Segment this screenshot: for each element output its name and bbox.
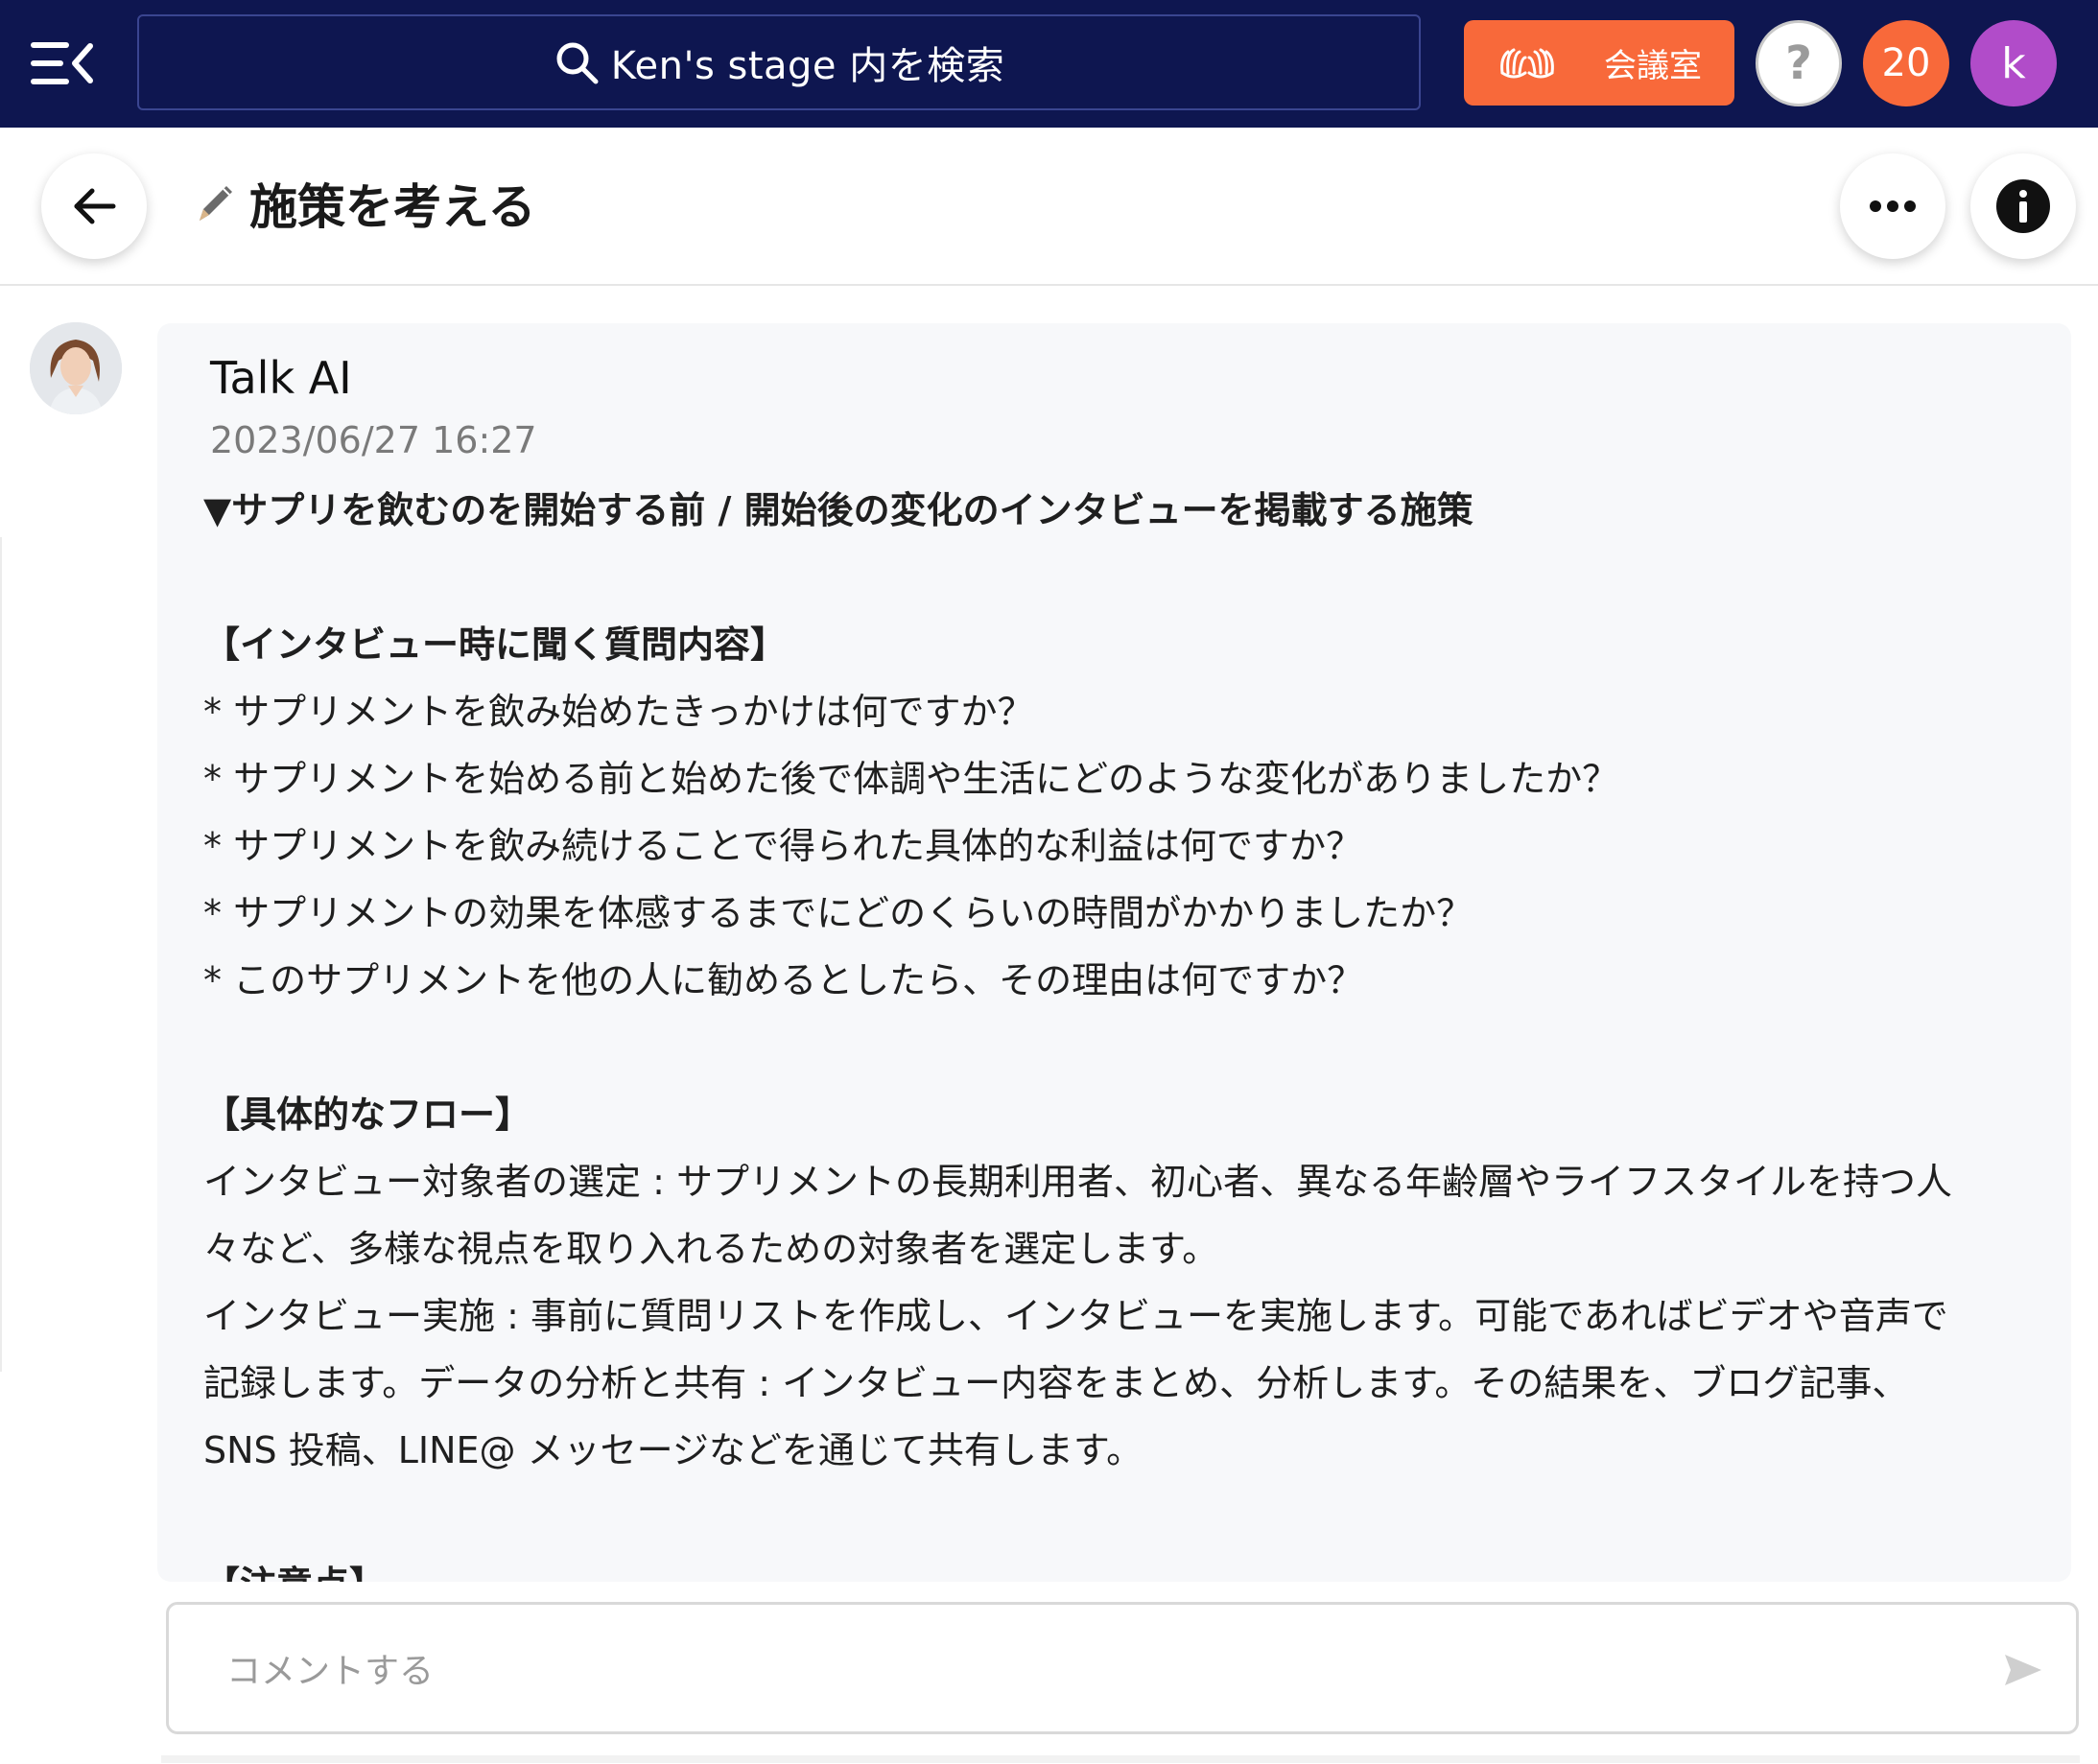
comment-box	[166, 1602, 2079, 1734]
user-initial: k	[2001, 38, 2026, 88]
info-icon	[1996, 179, 2050, 233]
message-heading: ▼サプリを飲むのを開始する前 / 開始後の変化のインタビューを掲載する施策	[203, 489, 1473, 531]
pencil-icon	[200, 186, 232, 221]
top-bar: Ken's stage 内を検索 会議室 ? 20 k	[0, 0, 2098, 128]
hands-icon	[1500, 48, 1554, 78]
message-line: * サプリメントを始める前と始めた後で体調や生活にどのような変化がありましたか？	[203, 758, 1619, 800]
send-icon[interactable]	[1999, 1647, 2045, 1693]
divider	[161, 1755, 2080, 1763]
message-timestamp: 2023/06/27 16:27	[210, 419, 537, 461]
user-avatar[interactable]: k	[1970, 20, 2057, 106]
message-line: インタビュー対象者の選定 : サプリメントの長期利用者、初心者、異なる年齢層やラ…	[203, 1161, 1952, 1203]
notification-badge[interactable]: 20	[1863, 20, 1949, 106]
ellipsis-icon	[1870, 200, 1916, 212]
message-line: * サプリメントを飲み始めたきっかけは何ですか？	[203, 691, 1034, 733]
message-heading: 【インタビュー時に聞く質問内容】	[203, 623, 788, 666]
message-line: インタビュー実施 : 事前に質問リストを作成し、インタビューを実施します。可能で…	[203, 1295, 1948, 1337]
arrow-left-icon	[74, 188, 116, 224]
page-header: 施策を考える	[0, 128, 2098, 286]
message-heading: 【具体的なフロー】	[203, 1094, 532, 1136]
collapse-menu-icon[interactable]	[29, 36, 96, 90]
message-line: * このサプリメントを他の人に勧めるとしたら、その理由は何ですか？	[203, 959, 1364, 1001]
help-button[interactable]: ?	[1756, 20, 1842, 106]
message-line: * サプリメントを飲み続けることで得られた具体的な利益は何ですか？	[203, 825, 1362, 867]
sender-avatar	[30, 322, 122, 414]
message-line: 々など、多様な視点を取り入れるための対象者を選定します。	[203, 1228, 1219, 1270]
search-input[interactable]: Ken's stage 内を検索	[137, 14, 1421, 110]
meeting-room-label: 会議室	[1604, 47, 1702, 85]
search-icon	[556, 42, 599, 84]
sender-name: Talk AI	[210, 352, 352, 404]
search-placeholder: Ken's stage 内を検索	[610, 44, 1005, 88]
scroll-rail	[0, 537, 2, 1372]
back-button[interactable]	[41, 153, 147, 259]
info-button[interactable]	[1970, 153, 2076, 259]
notification-count: 20	[1881, 41, 1931, 85]
message-line: SNS 投稿、LINE@ メッセージなどを通じて共有します。	[203, 1429, 1143, 1471]
meeting-room-button[interactable]: 会議室	[1464, 20, 1734, 106]
message-line: * サプリメントの効果を体感するまでにどのくらいの時間がかかりましたか？	[203, 892, 1473, 934]
message-body: ▼サプリを飲むのを開始する前 / 開始後の変化のインタビューを掲載する施策 【イン…	[203, 477, 2045, 1582]
help-icon: ?	[1785, 36, 1812, 90]
more-options-button[interactable]	[1840, 153, 1945, 259]
message-card: Talk AI 2023/06/27 16:27 ▼サプリを飲むのを開始する前 …	[157, 323, 2071, 1582]
page-title-text: 施策を考える	[249, 179, 536, 235]
page-title: 施策を考える	[192, 170, 536, 237]
message-line: 記録します。データの分析と共有 : インタビュー内容をまとめ、分析します。その結…	[203, 1362, 1909, 1404]
comment-input[interactable]	[226, 1637, 1934, 1705]
message-heading: 【注意点】	[203, 1551, 2045, 1582]
